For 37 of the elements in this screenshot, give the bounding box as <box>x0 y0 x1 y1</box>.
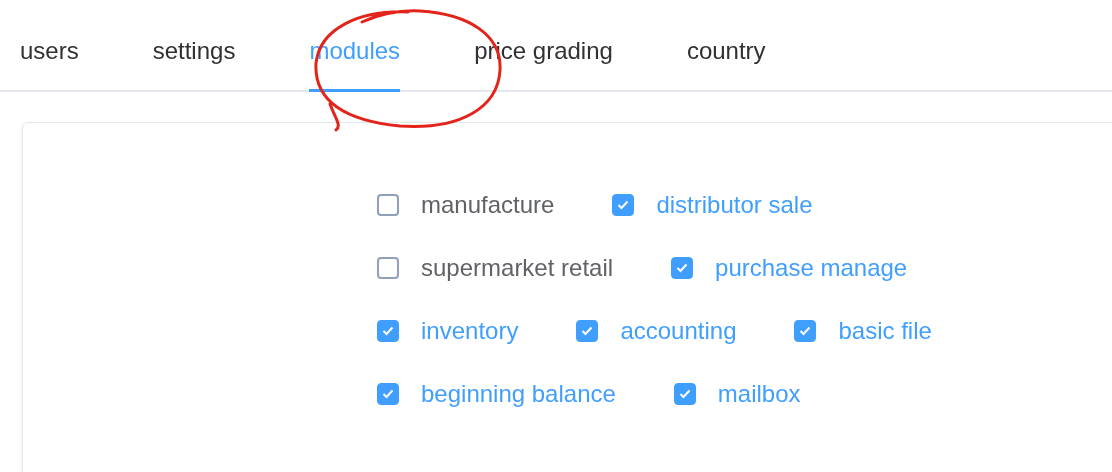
module-checkbox[interactable]: supermarket retail <box>377 254 614 282</box>
checkbox-label: manufacture <box>421 191 555 219</box>
checkbox-label: basic file <box>838 317 932 345</box>
checkbox-label: purchase manage <box>715 254 908 282</box>
module-checkbox[interactable]: inventory <box>377 317 519 345</box>
checkmark-icon <box>581 326 594 336</box>
tab[interactable]: country <box>686 9 766 92</box>
checkbox[interactable] <box>794 320 817 342</box>
checkmark-icon <box>678 389 691 399</box>
checkbox[interactable] <box>377 320 399 342</box>
checkmark-icon <box>676 263 689 273</box>
checkbox[interactable] <box>576 320 599 342</box>
checkbox-label: distributor sale <box>656 191 813 219</box>
module-checkbox[interactable]: basic file <box>794 317 932 345</box>
module-checkbox[interactable]: mailbox <box>673 380 801 408</box>
checkbox-label: supermarket retail <box>421 254 614 282</box>
module-checkbox[interactable]: distributor sale <box>612 191 813 219</box>
tab[interactable]: users <box>20 9 79 92</box>
checkbox-label: beginning balance <box>421 380 616 408</box>
module-checkbox[interactable]: purchase manage <box>671 254 908 282</box>
module-checkbox[interactable]: beginning balance <box>377 380 616 408</box>
checkbox[interactable] <box>377 383 399 405</box>
checkbox[interactable] <box>671 257 694 279</box>
checkbox-label: inventory <box>421 317 519 345</box>
checkmark-icon <box>382 326 394 336</box>
tab[interactable]: settings <box>152 9 236 92</box>
checkbox[interactable] <box>612 194 635 216</box>
module-checkbox[interactable]: manufacture <box>377 191 555 219</box>
checkmark-icon <box>799 326 812 336</box>
checkbox[interactable] <box>377 257 399 279</box>
checkbox[interactable] <box>377 194 399 216</box>
checkbox-label: accounting <box>620 317 737 345</box>
checkbox-label: mailbox <box>717 380 801 408</box>
checkmark-icon <box>617 200 630 210</box>
module-checkbox[interactable]: accounting <box>576 317 737 345</box>
checkmark-icon <box>382 389 394 399</box>
checkbox[interactable] <box>673 383 696 405</box>
